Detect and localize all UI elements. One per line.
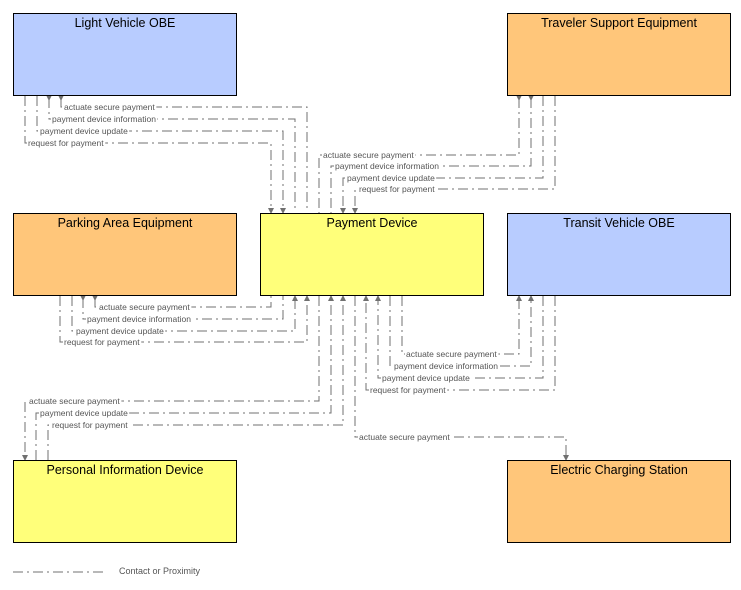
electric-charging-station-box[interactable]: Electric Charging Station <box>507 460 731 543</box>
pid-payment-device-update-label: payment device update <box>40 408 128 418</box>
tse-payment-device-information-label: payment device information <box>335 161 439 171</box>
lvo-payment-device-update-label: payment device update <box>40 126 128 136</box>
traveler-support-equipment-label: Traveler Support Equipment <box>541 16 697 30</box>
payment-device-box[interactable]: Payment Device <box>260 213 484 296</box>
light-vehicle-obe-box[interactable]: Light Vehicle OBE <box>13 13 237 96</box>
traveler-support-equipment-box[interactable]: Traveler Support Equipment <box>507 13 731 96</box>
tvo-payment-device-information-label: payment device information <box>394 361 498 371</box>
pae-payment-device-information-label: payment device information <box>87 314 191 324</box>
lvo-request-for-payment-label: request for payment <box>28 138 104 148</box>
pid-request-for-payment-label: request for payment <box>52 420 128 430</box>
pae-request-for-payment-label: request for payment <box>64 337 140 347</box>
tvo-payment-device-update-label: payment device update <box>382 373 470 383</box>
tse-actuate-secure-payment-label: actuate secure payment <box>323 150 414 160</box>
legend-label: Contact or Proximity <box>119 566 201 576</box>
electric-charging-station-label: Electric Charging Station <box>550 463 688 477</box>
pae-payment-device-update-label: payment device update <box>76 326 164 336</box>
light-vehicle-obe-label: Light Vehicle OBE <box>74 16 176 30</box>
tvo-actuate-secure-payment-line <box>401 295 522 355</box>
pid-actuate-secure-payment-label: actuate secure payment <box>29 396 120 406</box>
tse-payment-device-update-label: payment device update <box>347 173 435 183</box>
tse-request-for-payment-label: request for payment <box>359 184 435 194</box>
payment-device-label: Payment Device <box>326 216 418 230</box>
personal-information-device-label: Personal Information Device <box>46 463 204 477</box>
pae-actuate-secure-payment-label: actuate secure payment <box>99 302 190 312</box>
parking-area-equipment-box[interactable]: Parking Area Equipment <box>13 213 237 296</box>
transit-vehicle-obe-label: Transit Vehicle OBE <box>563 216 675 230</box>
ecs-actuate-secure-payment-label: actuate secure payment <box>359 432 450 442</box>
tvo-actuate-secure-payment-label: actuate secure payment <box>406 349 497 359</box>
transit-vehicle-obe-box[interactable]: Transit Vehicle OBE <box>507 213 731 296</box>
parking-area-equipment-label: Parking Area Equipment <box>57 216 193 230</box>
lvo-payment-device-information-label: payment device information <box>52 114 156 124</box>
personal-information-device-box[interactable]: Personal Information Device <box>13 460 237 543</box>
tvo-request-for-payment-label: request for payment <box>370 385 446 395</box>
lvo-actuate-secure-payment-label: actuate secure payment <box>64 102 155 112</box>
